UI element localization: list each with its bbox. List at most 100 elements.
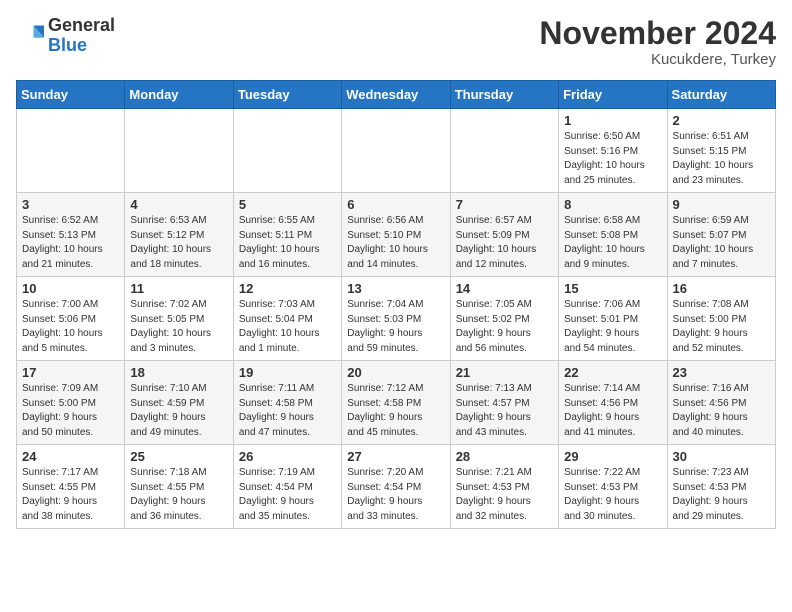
day-number: 11 (130, 281, 227, 296)
day-number: 29 (564, 449, 661, 464)
day-info: Sunrise: 7:20 AM Sunset: 4:54 PM Dayligh… (347, 466, 444, 524)
calendar-cell: 3Sunrise: 6:52 AM Sunset: 5:13 PM Daylig… (17, 193, 125, 277)
calendar-cell: 16 Sunrise: 7:08 AM Sunset: 5:00 PM Dayli… (667, 277, 775, 361)
day-info: Sunrise: 7:17 AM Sunset: 4:55 PM Dayligh… (22, 466, 119, 524)
calendar-cell: 24 Sunrise: 7:17 AM Sunset: 4:55 PM Dayli… (17, 445, 125, 529)
day-info: Sunrise: 7:14 AM Sunset: 4:56 PM Dayligh… (564, 382, 661, 440)
header-row: SundayMondayTuesdayWednesdayThursdayFrid… (17, 81, 776, 109)
calendar-cell: 18Sunrise: 7:10 AM Sunset: 4:59 PM Dayli… (125, 361, 233, 445)
calendar-cell: 13Sunrise: 7:04 AM Sunset: 5:03 PM Dayli… (342, 277, 450, 361)
day-number: 1 (564, 113, 661, 128)
header-day: Wednesday (342, 81, 450, 109)
calendar-cell: 9Sunrise: 6:59 AM Sunset: 5:07 PM Daylig… (667, 193, 775, 277)
day-info: Sunrise: 7:12 AM Sunset: 4:58 PM Dayligh… (347, 382, 444, 440)
calendar-cell: 26Sunrise: 7:19 AM Sunset: 4:54 PM Dayli… (233, 445, 341, 529)
header-day: Saturday (667, 81, 775, 109)
calendar-table: SundayMondayTuesdayWednesdayThursdayFrid… (16, 80, 776, 529)
calendar-cell: 29 Sunrise: 7:22 AM Sunset: 4:53 PM Dayli… (559, 445, 667, 529)
day-number: 25 (130, 449, 227, 464)
day-info: Sunrise: 7:23 AM Sunset: 4:53 PM Dayligh… (673, 466, 770, 524)
calendar-cell: 14 Sunrise: 7:05 AM Sunset: 5:02 PM Dayli… (450, 277, 558, 361)
calendar-week-row: 24 Sunrise: 7:17 AM Sunset: 4:55 PM Dayli… (17, 445, 776, 529)
calendar-cell: 21Sunrise: 7:13 AM Sunset: 4:57 PM Dayli… (450, 361, 558, 445)
day-info: Sunrise: 7:05 AM Sunset: 5:02 PM Dayligh… (456, 298, 553, 356)
calendar-cell: 25 Sunrise: 7:18 AM Sunset: 4:55 PM Dayli… (125, 445, 233, 529)
day-info: Sunrise: 7:18 AM Sunset: 4:55 PM Dayligh… (130, 466, 227, 524)
calendar-cell: 6 Sunrise: 6:56 AM Sunset: 5:10 PM Daylig… (342, 193, 450, 277)
calendar-cell: 7 Sunrise: 6:57 AM Sunset: 5:09 PM Daylig… (450, 193, 558, 277)
day-number: 8 (564, 197, 661, 212)
calendar-cell: 11 Sunrise: 7:02 AM Sunset: 5:05 PM Dayli… (125, 277, 233, 361)
calendar-cell: 1 Sunrise: 6:50 AM Sunset: 5:16 PM Daylig… (559, 109, 667, 193)
calendar-week-row: 17 Sunrise: 7:09 AM Sunset: 5:00 PM Dayli… (17, 361, 776, 445)
header-day: Tuesday (233, 81, 341, 109)
calendar-cell: 20Sunrise: 7:12 AM Sunset: 4:58 PM Dayli… (342, 361, 450, 445)
calendar-header: SundayMondayTuesdayWednesdayThursdayFrid… (17, 81, 776, 109)
calendar-cell (342, 109, 450, 193)
calendar-cell (17, 109, 125, 193)
calendar-cell: 4Sunrise: 6:53 AM Sunset: 5:12 PM Daylig… (125, 193, 233, 277)
day-number: 23 (673, 365, 770, 380)
day-info: Sunrise: 7:19 AM Sunset: 4:54 PM Dayligh… (239, 466, 336, 524)
calendar-cell (125, 109, 233, 193)
day-info: Sunrise: 6:56 AM Sunset: 5:10 PM Dayligh… (347, 214, 444, 272)
day-info: Sunrise: 6:53 AM Sunset: 5:12 PM Dayligh… (130, 214, 227, 272)
day-info: Sunrise: 7:02 AM Sunset: 5:05 PM Dayligh… (130, 298, 227, 356)
day-info: Sunrise: 7:10 AM Sunset: 4:59 PM Dayligh… (130, 382, 227, 440)
location: Kucukdere, Turkey (539, 51, 776, 68)
calendar-cell: 12 Sunrise: 7:03 AM Sunset: 5:04 PM Dayli… (233, 277, 341, 361)
day-number: 22 (564, 365, 661, 380)
month-title: November 2024 (539, 16, 776, 51)
day-number: 7 (456, 197, 553, 212)
calendar-cell: 23 Sunrise: 7:16 AM Sunset: 4:56 PM Dayli… (667, 361, 775, 445)
day-number: 19 (239, 365, 336, 380)
day-info: Sunrise: 7:03 AM Sunset: 5:04 PM Dayligh… (239, 298, 336, 356)
day-number: 9 (673, 197, 770, 212)
calendar-week-row: 3Sunrise: 6:52 AM Sunset: 5:13 PM Daylig… (17, 193, 776, 277)
day-info: Sunrise: 7:09 AM Sunset: 5:00 PM Dayligh… (22, 382, 119, 440)
calendar-cell: 22 Sunrise: 7:14 AM Sunset: 4:56 PM Dayli… (559, 361, 667, 445)
day-info: Sunrise: 6:50 AM Sunset: 5:16 PM Dayligh… (564, 130, 661, 188)
day-info: Sunrise: 6:57 AM Sunset: 5:09 PM Dayligh… (456, 214, 553, 272)
day-number: 3 (22, 197, 119, 212)
calendar-cell: 8 Sunrise: 6:58 AM Sunset: 5:08 PM Daylig… (559, 193, 667, 277)
logo: General Blue (16, 16, 115, 56)
day-number: 5 (239, 197, 336, 212)
calendar-body: 1 Sunrise: 6:50 AM Sunset: 5:16 PM Daylig… (17, 109, 776, 529)
day-info: Sunrise: 7:08 AM Sunset: 5:00 PM Dayligh… (673, 298, 770, 356)
day-info: Sunrise: 6:55 AM Sunset: 5:11 PM Dayligh… (239, 214, 336, 272)
day-number: 17 (22, 365, 119, 380)
day-info: Sunrise: 6:58 AM Sunset: 5:08 PM Dayligh… (564, 214, 661, 272)
header-day: Friday (559, 81, 667, 109)
day-info: Sunrise: 7:21 AM Sunset: 4:53 PM Dayligh… (456, 466, 553, 524)
day-number: 16 (673, 281, 770, 296)
day-number: 15 (564, 281, 661, 296)
calendar-cell: 17 Sunrise: 7:09 AM Sunset: 5:00 PM Dayli… (17, 361, 125, 445)
calendar-cell: 28 Sunrise: 7:21 AM Sunset: 4:53 PM Dayli… (450, 445, 558, 529)
day-info: Sunrise: 7:00 AM Sunset: 5:06 PM Dayligh… (22, 298, 119, 356)
day-number: 30 (673, 449, 770, 464)
day-info: Sunrise: 7:11 AM Sunset: 4:58 PM Dayligh… (239, 382, 336, 440)
day-info: Sunrise: 7:22 AM Sunset: 4:53 PM Dayligh… (564, 466, 661, 524)
day-number: 14 (456, 281, 553, 296)
header-day: Thursday (450, 81, 558, 109)
day-info: Sunrise: 7:16 AM Sunset: 4:56 PM Dayligh… (673, 382, 770, 440)
calendar-cell: 30 Sunrise: 7:23 AM Sunset: 4:53 PM Dayli… (667, 445, 775, 529)
day-number: 24 (22, 449, 119, 464)
calendar-cell: 27 Sunrise: 7:20 AM Sunset: 4:54 PM Dayli… (342, 445, 450, 529)
title-block: November 2024 Kucukdere, Turkey (539, 16, 776, 68)
header-day: Monday (125, 81, 233, 109)
calendar-cell (450, 109, 558, 193)
day-number: 21 (456, 365, 553, 380)
calendar-cell: 2Sunrise: 6:51 AM Sunset: 5:15 PM Daylig… (667, 109, 775, 193)
day-number: 12 (239, 281, 336, 296)
day-number: 13 (347, 281, 444, 296)
calendar-cell: 10Sunrise: 7:00 AM Sunset: 5:06 PM Dayli… (17, 277, 125, 361)
day-number: 6 (347, 197, 444, 212)
calendar-week-row: 10Sunrise: 7:00 AM Sunset: 5:06 PM Dayli… (17, 277, 776, 361)
calendar-week-row: 1 Sunrise: 6:50 AM Sunset: 5:16 PM Daylig… (17, 109, 776, 193)
day-number: 27 (347, 449, 444, 464)
logo-text: General Blue (48, 16, 115, 56)
day-number: 28 (456, 449, 553, 464)
calendar-cell (233, 109, 341, 193)
